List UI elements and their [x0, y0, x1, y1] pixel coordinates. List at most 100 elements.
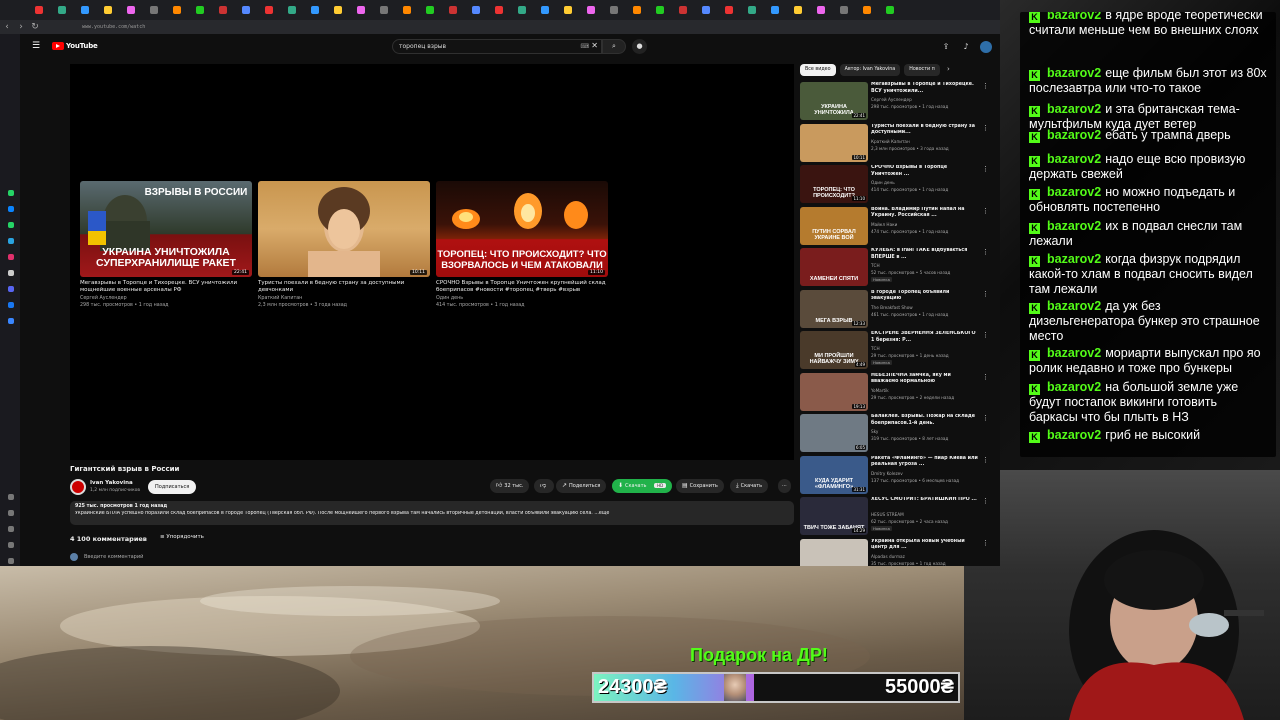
- bell-icon[interactable]: ♪: [960, 41, 972, 53]
- recommendation-thumbnail[interactable]: 6:05: [800, 414, 868, 452]
- recommendation-thumbnail[interactable]: ПУТИН СОРВАЛ УКРАИНЕ ВОЙ: [800, 206, 868, 245]
- browser-tab[interactable]: [465, 3, 487, 17]
- telegram-icon[interactable]: [8, 238, 14, 244]
- youtube-logo[interactable]: YouTube: [52, 42, 98, 50]
- recommendation-title[interactable]: ЕКСТРЕНЕ ЗВЕРНЕННЯ ЗЕЛЕНСЬКОГО 1 березня…: [871, 331, 979, 344]
- recommendation-thumbnail[interactable]: КУДА УДАРИТ «ФЛАМИНГО» 31:31: [800, 455, 868, 494]
- browser-tab[interactable]: [419, 3, 441, 17]
- whatsapp-icon[interactable]: [8, 190, 14, 196]
- recommendation-item[interactable]: ХАМЕНЕИ СПЯТИ КУЛЕБА: в Irані ТАКЕ відбув…: [800, 248, 996, 286]
- reload-icon[interactable]: ↻: [28, 20, 42, 34]
- recommendation-channel[interactable]: The Breakfast Show: [871, 305, 979, 310]
- back-icon[interactable]: ‹: [0, 20, 14, 34]
- recommendation-title[interactable]: Украина открыла новый учебный центр для …: [871, 539, 979, 552]
- instagram-icon[interactable]: [8, 254, 14, 260]
- more-options-icon[interactable]: ⋮: [982, 165, 989, 173]
- heart-icon[interactable]: [8, 494, 14, 500]
- browser-tab[interactable]: [741, 3, 763, 17]
- channel-avatar[interactable]: [70, 479, 86, 495]
- browser-tab[interactable]: [672, 3, 694, 17]
- recommendation-channel[interactable]: Краткий Капитан: [871, 139, 979, 144]
- chat-username[interactable]: bazarov2: [1047, 428, 1101, 442]
- recommendation-item[interactable]: 6:05 Балаклея. Взрывы. Пожар на складе бо…: [800, 414, 996, 452]
- browser-tab[interactable]: [718, 3, 740, 17]
- recommendation-thumbnail[interactable]: МИ ПРОЙШЛИ НАЙВАЖЧУ ЗИМУ 4:49: [800, 331, 868, 369]
- upload-icon[interactable]: ⇪: [940, 41, 952, 53]
- menu-icon[interactable]: ☰: [32, 41, 42, 51]
- recommendation-channel[interactable]: Майкл Наки: [871, 222, 979, 227]
- browser-tab[interactable]: [787, 3, 809, 17]
- end-screen-channel[interactable]: Один день: [436, 295, 608, 302]
- end-screen-card[interactable]: 10:11 Туристы поехали в бедную страну за…: [258, 181, 430, 309]
- browser-tab[interactable]: [833, 3, 855, 17]
- browser-tab[interactable]: [74, 3, 96, 17]
- browser-tab[interactable]: [695, 3, 717, 17]
- recommendation-channel[interactable]: Sky: [871, 429, 979, 434]
- channel-name[interactable]: Ivan Yakovina: [90, 480, 133, 486]
- recommendation-thumbnail[interactable]: ТВИЧ ТОЖЕ ЗАБАНЯТ 14:29: [800, 497, 868, 535]
- browser-tab[interactable]: [810, 3, 832, 17]
- recommendation-item[interactable]: 19:13 НЕБЕЗПЕЧНА замчка, яку ми вважаємо …: [800, 372, 996, 411]
- location-icon[interactable]: [8, 542, 14, 548]
- recommendation-channel[interactable]: ТСН: [871, 346, 979, 351]
- recommendation-title[interactable]: Ракета «Фламинго» — пиар Киева или реаль…: [871, 456, 979, 469]
- recommendation-thumbnail[interactable]: УКРАИНА УНИЧТОЖИЛА 22:41: [800, 82, 868, 120]
- recommendation-channel[interactable]: Alpadas durmaz: [871, 554, 979, 559]
- end-screen-thumbnail[interactable]: ТОРОПЕЦ: ЧТО ПРОИСХОДИТ? ЧТО ВЗОРВАЛОСЬ …: [436, 181, 608, 277]
- recommendation-item[interactable]: УКРАИНА УНИЧТОЖИЛА 22:41 Мегавзрывы в Торо…: [800, 82, 996, 120]
- browser-tab[interactable]: [396, 3, 418, 17]
- recommendation-title[interactable]: Балаклея. Взрывы. Пожар на складе боепри…: [871, 414, 979, 427]
- browser-tab[interactable]: [626, 3, 648, 17]
- facebook-icon[interactable]: [8, 302, 14, 308]
- more-options-icon[interactable]: ⋮: [982, 124, 989, 132]
- chat-username[interactable]: bazarov2: [1047, 346, 1101, 360]
- end-screen-title[interactable]: Мегавзрывы в Торопце и Тихорецке. ВСУ ун…: [80, 280, 252, 294]
- chat-username[interactable]: bazarov2: [1047, 299, 1101, 313]
- more-options-icon[interactable]: ⋮: [982, 248, 989, 256]
- browser-tab[interactable]: [166, 3, 188, 17]
- messenger-icon[interactable]: [8, 206, 14, 212]
- subscribe-button[interactable]: Подписаться: [148, 480, 197, 494]
- browser-tab[interactable]: [51, 3, 73, 17]
- more-options-icon[interactable]: ⋮: [982, 539, 989, 547]
- browser-tab[interactable]: [281, 3, 303, 17]
- settings-icon[interactable]: [8, 558, 14, 564]
- chevron-right-icon[interactable]: ›: [947, 65, 950, 73]
- browser-tab[interactable]: [580, 3, 602, 17]
- recommendation-title[interactable]: СРОЧНО Взрывы в Торопце Уничтожен ...: [871, 165, 979, 178]
- recommendation-title[interactable]: Война. Владимир Путин напал на Украину. …: [871, 207, 979, 220]
- more-options-icon[interactable]: ⋮: [982, 207, 989, 215]
- browser-tab[interactable]: [235, 3, 257, 17]
- recommendation-item[interactable]: МИ ПРОЙШЛИ НАЙВАЖЧУ ЗИМУ 4:49 ЕКСТРЕНЕ ЗВЕ…: [800, 331, 996, 369]
- end-screen-card[interactable]: ТОРОПЕЦ: ЧТО ПРОИСХОДИТ? ЧТО ВЗОРВАЛОСЬ …: [436, 181, 608, 309]
- more-options-icon[interactable]: ⋮: [982, 414, 989, 422]
- browser-tab[interactable]: [856, 3, 878, 17]
- more-options-icon[interactable]: ⋮: [982, 373, 989, 381]
- recommendation-item[interactable]: Украина открыла новый учебный центр для …: [800, 538, 996, 566]
- chat-username[interactable]: bazarov2: [1047, 219, 1101, 233]
- browser-tab[interactable]: [764, 3, 786, 17]
- recommendation-thumbnail[interactable]: МЕГА ВЗРЫВ 12:33: [800, 289, 868, 328]
- history-icon[interactable]: [8, 510, 14, 516]
- recommendation-title[interactable]: Мегавзрывы в Торопце и Тихорецке. ВСУ ун…: [871, 82, 979, 95]
- end-screen-channel[interactable]: Краткий Капитан: [258, 295, 430, 302]
- end-screen-channel[interactable]: Сергей Ауслендер: [80, 295, 252, 302]
- url-field[interactable]: www.youtube.com/watch: [82, 24, 145, 30]
- x-icon[interactable]: [8, 270, 14, 276]
- recommendation-item[interactable]: ТВИЧ ТОЖЕ ЗАБАНЯТ 14:29 ХЕСУС СМОТРИТ: БРА…: [800, 497, 996, 535]
- recommendation-channel[interactable]: HESUS STREAM: [871, 512, 979, 517]
- chip-news[interactable]: Новости п: [904, 64, 940, 76]
- chip-author[interactable]: Автор: Ivan Yakovina: [839, 64, 901, 76]
- recommendation-title[interactable]: В городе Торопец объявили эвакуацию: [871, 290, 979, 303]
- browser-tab[interactable]: [350, 3, 372, 17]
- browser-tab[interactable]: [189, 3, 211, 17]
- chat-username[interactable]: bazarov2: [1047, 66, 1101, 80]
- recommendation-channel[interactable]: Сергей Ауслендер: [871, 97, 979, 102]
- browser-tab[interactable]: [120, 3, 142, 17]
- recommendation-item[interactable]: ПУТИН СОРВАЛ УКРАИНЕ ВОЙ Война. Владимир …: [800, 206, 996, 245]
- chat-username[interactable]: bazarov2: [1047, 252, 1101, 266]
- chat-username[interactable]: bazarov2: [1047, 128, 1101, 142]
- save-button[interactable]: ▤ Сохранить: [676, 479, 724, 493]
- recommendation-channel[interactable]: Один день: [871, 180, 979, 185]
- chip-all-videos[interactable]: Все видео: [800, 64, 836, 76]
